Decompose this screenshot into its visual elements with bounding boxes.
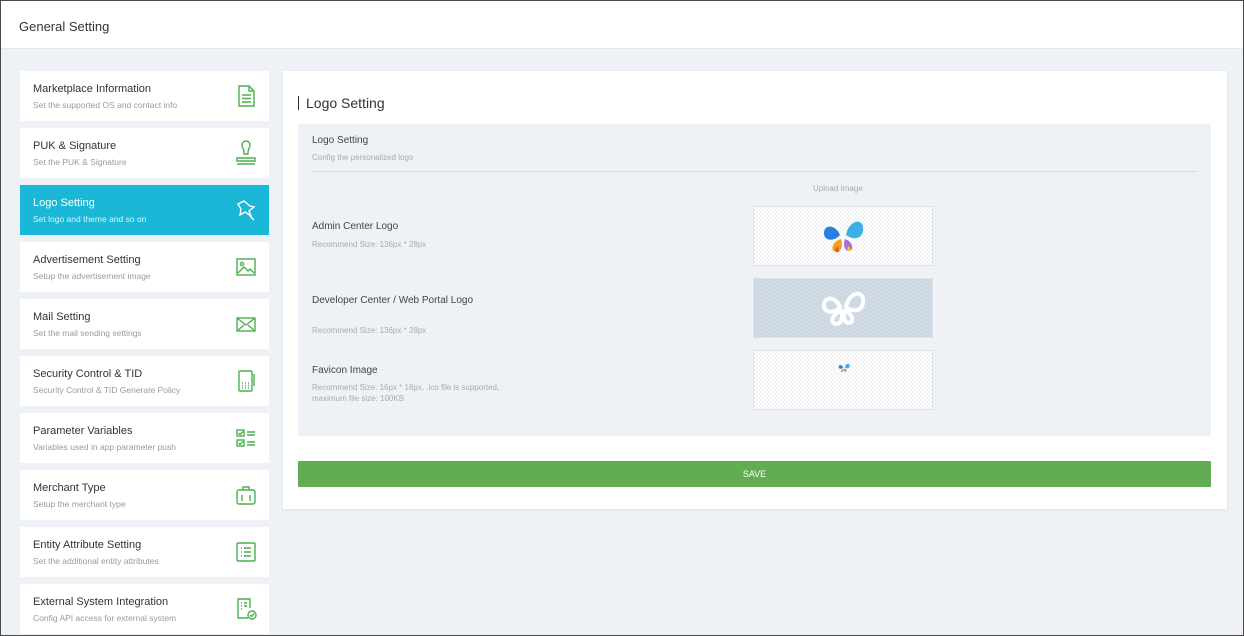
- app-frame: General Setting Marketplace Information …: [0, 0, 1244, 636]
- list-icon: [236, 542, 256, 562]
- favicon-image-label: Favicon Image: [312, 365, 378, 376]
- sidebar-item-desc: Set the additional entity attributes: [33, 556, 159, 566]
- page-title: General Setting: [19, 19, 110, 34]
- sidebar-item-advertisement-setting[interactable]: Advertisement Setting Setup the advertis…: [20, 242, 269, 292]
- admin-center-logo-label: Admin Center Logo: [312, 221, 399, 232]
- integration-icon: [237, 598, 257, 620]
- mail-icon: [236, 317, 256, 332]
- logo-setting-section: Logo Setting Config the personalized log…: [298, 124, 1211, 436]
- sidebar-item-parameter-variables[interactable]: Parameter Variables Variables used in ap…: [20, 413, 269, 463]
- developer-center-logo-upload[interactable]: [753, 278, 933, 338]
- stamp-icon: [236, 140, 256, 165]
- upload-image-label: Upload Image: [813, 184, 863, 193]
- sidebar-item-desc: Set the PUK & Signature: [33, 157, 127, 167]
- sidebar-item-external-system-integration[interactable]: External System Integration Config API a…: [20, 584, 269, 634]
- sidebar-item-title: Logo Setting: [33, 197, 95, 209]
- section-title: Logo Setting: [312, 135, 369, 146]
- developer-logo-image: [822, 291, 866, 327]
- sidebar-item-desc: Config API access for external system: [33, 613, 177, 623]
- developer-center-logo-label: Developer Center / Web Portal Logo: [312, 295, 474, 306]
- sidebar-item-mail-setting[interactable]: Mail Setting Set the mail sending settin…: [20, 299, 269, 349]
- save-button[interactable]: SAVE: [298, 461, 1211, 487]
- sidebar-item-title: Mail Setting: [33, 311, 91, 323]
- page-header: General Setting: [1, 1, 1243, 49]
- section-desc: Config the personalized logo: [312, 153, 414, 162]
- favicon-image-recommend: Recommend Size: 16px * 16px, .ico file i…: [312, 383, 500, 403]
- sidebar-item-title: Parameter Variables: [33, 425, 133, 437]
- sidebar-item-marketplace-information[interactable]: Marketplace Information Set the supporte…: [20, 71, 269, 121]
- favicon-image: [838, 363, 850, 373]
- sidebar-item-desc: Variables used in app parameter push: [33, 442, 177, 452]
- sidebar-item-desc: Security Control & TID Generate Policy: [33, 385, 181, 395]
- sidebar-item-title: Security Control & TID: [33, 368, 143, 380]
- section-divider: [312, 171, 1198, 172]
- sidebar-item-puk-signature[interactable]: PUK & Signature Set the PUK & Signature: [20, 128, 269, 178]
- sidebar-item-desc: Set the supported OS and contact info: [33, 100, 178, 110]
- settings-sidebar: Marketplace Information Set the supporte…: [20, 71, 269, 635]
- sidebar-item-security-control-tid[interactable]: Security Control & TID Security Control …: [20, 356, 269, 406]
- sidebar-item-title: Merchant Type: [33, 482, 106, 494]
- sidebar-item-desc: Setup the advertisement image: [33, 271, 151, 281]
- admin-center-logo-upload[interactable]: [753, 206, 933, 266]
- document-icon: [238, 85, 255, 107]
- sidebar-item-title: External System Integration: [33, 596, 169, 608]
- admin-center-logo-recommend: Recommend Size: 136px * 28px: [312, 240, 427, 249]
- image-icon: [236, 258, 256, 276]
- terminal-icon: [238, 370, 255, 392]
- checklist-icon: [236, 429, 255, 447]
- logo-setting-panel: Logo Setting Logo Setting Config the per…: [283, 71, 1227, 509]
- sidebar-item-desc: Setup the merchant type: [33, 499, 126, 509]
- brush-icon: [237, 200, 256, 221]
- sidebar-item-entity-attribute-setting[interactable]: Entity Attribute Setting Set the additio…: [20, 527, 269, 577]
- favicon-image-upload[interactable]: [753, 350, 933, 410]
- sidebar-item-title: PUK & Signature: [33, 140, 117, 152]
- sidebar-item-logo-setting[interactable]: Logo Setting Set logo and theme and so o…: [20, 185, 269, 235]
- sidebar-item-merchant-type[interactable]: Merchant Type Setup the merchant type: [20, 470, 269, 520]
- panel-title: Logo Setting: [298, 96, 385, 110]
- sidebar-item-desc: Set logo and theme and so on: [33, 214, 147, 224]
- sidebar-item-title: Marketplace Information: [33, 83, 151, 95]
- sidebar-item-desc: Set the mail sending settings: [33, 328, 142, 338]
- sidebar-item-title: Entity Attribute Setting: [33, 539, 142, 551]
- sidebar-item-title: Advertisement Setting: [33, 254, 141, 266]
- admin-logo-image: [823, 221, 864, 253]
- briefcase-icon: [236, 486, 256, 505]
- developer-center-logo-recommend: Recommend Size: 136px * 28px: [312, 326, 427, 335]
